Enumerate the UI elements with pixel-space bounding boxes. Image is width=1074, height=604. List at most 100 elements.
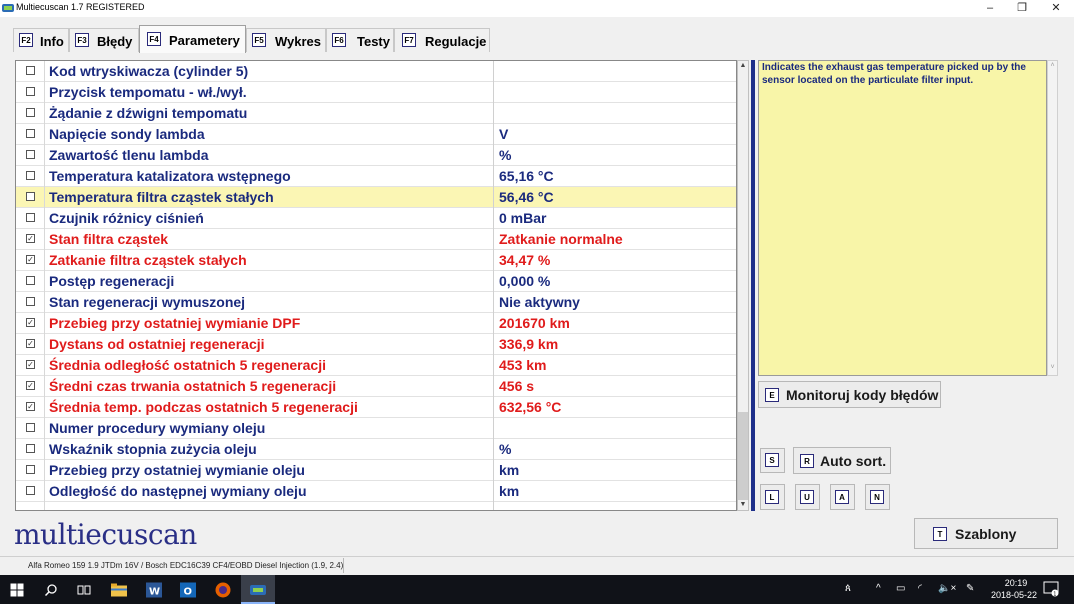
tab-label: Parametery bbox=[169, 33, 240, 48]
tab-info[interactable]: F2 Info bbox=[13, 28, 69, 52]
table-row[interactable]: Stan regeneracji wymuszonej Nie aktywny bbox=[16, 292, 736, 313]
task-view-button[interactable] bbox=[67, 575, 101, 604]
table-row[interactable]: Przebieg przy ostatniej wymianie oleju km bbox=[16, 460, 736, 481]
scroll-up-icon[interactable]: ▲ bbox=[738, 61, 748, 71]
checkbox[interactable] bbox=[26, 486, 35, 495]
table-row[interactable]: Kod wtryskiwacza (cylinder 5) bbox=[16, 61, 736, 82]
n-button[interactable]: N bbox=[865, 484, 890, 510]
minimize-button[interactable]: – bbox=[976, 0, 1004, 17]
parameter-value: 0 mBar bbox=[499, 210, 547, 226]
checkbox[interactable] bbox=[26, 444, 35, 453]
battery-icon[interactable]: ▭ bbox=[896, 583, 905, 594]
chevron-up-icon[interactable]: ^ bbox=[876, 583, 881, 594]
table-row[interactable]: Żądanie z dźwigni tempomatu bbox=[16, 103, 736, 124]
table-row[interactable]: ✓ Przebieg przy ostatniej wymianie DPF 201… bbox=[16, 313, 736, 334]
svg-text:W: W bbox=[149, 586, 160, 597]
checkbox[interactable] bbox=[26, 87, 35, 96]
table-row[interactable]: ✓ Średni czas trwania ostatnich 5 regener… bbox=[16, 376, 736, 397]
checkbox[interactable] bbox=[26, 150, 35, 159]
parameter-name: Zatkanie filtra cząstek stałych bbox=[49, 252, 247, 268]
folder-icon bbox=[111, 583, 127, 596]
table-row[interactable]: Temperatura katalizatora wstępnego 65,16 … bbox=[16, 166, 736, 187]
clock-time[interactable]: 20:19 bbox=[996, 578, 1036, 588]
table-row[interactable]: Czujnik różnicy ciśnień 0 mBar bbox=[16, 208, 736, 229]
close-button[interactable]: ✕ bbox=[1042, 0, 1070, 17]
parameter-value: Nie aktywny bbox=[499, 294, 580, 310]
checked-checkbox[interactable]: ✓ bbox=[26, 402, 35, 411]
u-button[interactable]: U bbox=[795, 484, 820, 510]
checkbox[interactable] bbox=[26, 129, 35, 138]
table-row[interactable]: Numer procedury wymiany oleju bbox=[16, 418, 736, 439]
checked-checkbox[interactable]: ✓ bbox=[26, 339, 35, 348]
tab-adjustments[interactable]: F7 Regulacje bbox=[394, 28, 490, 52]
checked-checkbox[interactable]: ✓ bbox=[26, 381, 35, 390]
clock-date[interactable]: 2018-05-22 bbox=[988, 590, 1040, 600]
auto-sort-button[interactable]: R Auto sort. bbox=[793, 447, 891, 474]
notification-icon[interactable]: 1 bbox=[1043, 581, 1059, 597]
parameter-name: Średnia odległość ostatnich 5 regeneracj… bbox=[49, 357, 326, 373]
parameter-value: 0,000 % bbox=[499, 273, 551, 289]
button-label: Monitoruj kody błędów bbox=[786, 387, 939, 403]
table-row[interactable]: Temperatura filtra cząstek stałych 56,46 … bbox=[16, 187, 736, 208]
tab-errors[interactable]: F3 Błędy bbox=[69, 28, 139, 52]
chevron-up-icon[interactable]: ˄ bbox=[1048, 62, 1057, 69]
button-key: T bbox=[933, 527, 947, 541]
parameter-name: Temperatura katalizatora wstępnego bbox=[49, 168, 291, 184]
firefox-button[interactable] bbox=[206, 575, 240, 604]
parameter-name: Zawartość tlenu lambda bbox=[49, 147, 209, 163]
templates-button[interactable]: T Szablony bbox=[914, 518, 1058, 549]
checked-checkbox[interactable]: ✓ bbox=[26, 234, 35, 243]
pen-icon[interactable]: ✎ bbox=[966, 583, 974, 594]
column-divider bbox=[44, 61, 45, 510]
checkbox[interactable] bbox=[26, 66, 35, 75]
table-row[interactable]: ✓ Dystans od ostatniej regeneracji 336,9 k… bbox=[16, 334, 736, 355]
volume-muted-icon[interactable]: 🔈× bbox=[938, 583, 956, 594]
outlook-button[interactable]: O bbox=[171, 575, 205, 604]
a-button[interactable]: A bbox=[830, 484, 855, 510]
table-row[interactable]: Postęp regeneracji 0,000 % bbox=[16, 271, 736, 292]
search-button[interactable] bbox=[34, 575, 68, 604]
s-button[interactable]: S bbox=[760, 448, 785, 473]
file-explorer-button[interactable] bbox=[102, 575, 136, 604]
checked-checkbox[interactable]: ✓ bbox=[26, 360, 35, 369]
multiecuscan-taskbar-button[interactable] bbox=[241, 575, 275, 604]
description-panel bbox=[758, 60, 1047, 376]
checkbox[interactable] bbox=[26, 108, 35, 117]
checked-checkbox[interactable]: ✓ bbox=[26, 255, 35, 264]
tab-tests[interactable]: F6 Testy bbox=[326, 28, 394, 52]
people-icon[interactable]: ጰ bbox=[845, 583, 851, 594]
parameter-name: Przycisk tempomatu - wł./wył. bbox=[49, 84, 247, 100]
table-row[interactable]: Wskaźnik stopnia zużycia oleju% bbox=[16, 439, 736, 460]
checked-checkbox[interactable]: ✓ bbox=[26, 318, 35, 327]
tab-chart[interactable]: F5 Wykres bbox=[246, 28, 326, 52]
chevron-down-icon[interactable]: ˅ bbox=[1048, 364, 1057, 371]
checkbox[interactable] bbox=[26, 276, 35, 285]
firefox-icon bbox=[215, 582, 231, 597]
table-row[interactable]: Przycisk tempomatu - wł./wył. bbox=[16, 82, 736, 103]
l-button[interactable]: L bbox=[760, 484, 785, 510]
checkbox[interactable] bbox=[26, 213, 35, 222]
parameter-name: Przebieg przy ostatniej wymianie oleju bbox=[49, 462, 305, 478]
monitor-error-codes-button[interactable]: E Monitoruj kody błędów bbox=[758, 381, 941, 408]
table-row[interactable]: Napięcie sondy lambda V bbox=[16, 124, 736, 145]
table-row[interactable]: ✓ Stan filtra cząstek Zatkanie normalne bbox=[16, 229, 736, 250]
tab-parameters[interactable]: F4 Parametery bbox=[139, 25, 246, 53]
parameter-value: 632,56 °C bbox=[499, 399, 562, 415]
table-row[interactable]: ✓ Zatkanie filtra cząstek stałych 34,47 % bbox=[16, 250, 736, 271]
word-button[interactable]: W bbox=[137, 575, 171, 604]
table-row[interactable]: Odległość do następnej wymiany oleju km bbox=[16, 481, 736, 502]
checkbox[interactable] bbox=[26, 297, 35, 306]
scroll-thumb[interactable] bbox=[738, 412, 748, 500]
wifi-icon[interactable]: ◜ bbox=[918, 583, 922, 594]
checkbox[interactable] bbox=[26, 192, 35, 201]
table-row[interactable]: ✓ Średnia temp. podczas ostatnich 5 regen… bbox=[16, 397, 736, 418]
start-button[interactable] bbox=[0, 575, 34, 604]
restore-button[interactable]: ❐ bbox=[1008, 0, 1036, 17]
table-row[interactable]: ✓ Średnia odległość ostatnich 5 regenerac… bbox=[16, 355, 736, 376]
checkbox[interactable] bbox=[26, 465, 35, 474]
description-scrollbar[interactable] bbox=[1047, 60, 1058, 376]
checkbox[interactable] bbox=[26, 171, 35, 180]
checkbox[interactable] bbox=[26, 423, 35, 432]
table-row[interactable]: Zawartość tlenu lambda% bbox=[16, 145, 736, 166]
scroll-down-icon[interactable]: ▼ bbox=[738, 500, 748, 510]
